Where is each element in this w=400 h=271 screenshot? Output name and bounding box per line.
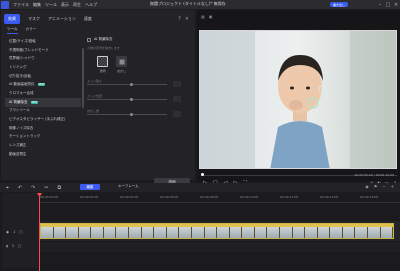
project-title: 無題プロジェクト (タイトルなし)* 無保存 (150, 1, 226, 6)
list-item[interactable]: トリミング (5, 63, 81, 72)
undo-icon[interactable]: ↶ (18, 185, 22, 191)
timecode: 00:00:00:00 / 00:00:10:00 (354, 173, 394, 177)
ai-bg-removal-checkbox[interactable] (87, 37, 91, 42)
export-button[interactable]: 書き出し (330, 2, 348, 7)
help-icon[interactable]: ? (178, 16, 181, 22)
redo-icon[interactable]: ↷ (31, 185, 35, 191)
tab-speed[interactable]: 速度 (84, 16, 92, 22)
slider-knob[interactable] (129, 97, 133, 101)
list-item[interactable]: 動画逆再生 (5, 150, 81, 159)
select-tool-icon[interactable]: ⌖ (6, 185, 9, 191)
list-item[interactable]: モーショントラック (5, 133, 81, 142)
properties-panel: 効果 マスク アニメーション 速度 ? × ツール カラー 位置/サイズ/回転 … (1, 10, 195, 187)
tool-list: 位置/サイズ/回転 不透明度/ブレンドモード 境界線/シャドウ トリミング 切り… (5, 37, 81, 159)
safe-zone-icon[interactable]: ▣ (209, 14, 213, 19)
lock-icon[interactable]: ▢ (18, 244, 21, 248)
viewer-toolbar: ▦ ▣ (201, 14, 213, 19)
slider-edge-strength: エッジ強さ (87, 78, 193, 88)
slider-value-box[interactable] (173, 111, 181, 117)
list-item[interactable]: 境界線/シャドウ (5, 54, 81, 63)
list-scrollbar[interactable] (82, 48, 84, 108)
slider-knob[interactable] (129, 82, 133, 86)
maximize-icon[interactable]: □ (384, 2, 392, 8)
minimize-icon[interactable]: – (376, 2, 384, 8)
close-icon[interactable]: × (392, 2, 400, 8)
list-item[interactable]: ビデオスタビライザー (手ぶれ補正) (5, 115, 81, 124)
list-item[interactable]: AI 動画高画質化 NEW (5, 80, 81, 89)
menu-help[interactable]: ヘルプ (85, 2, 97, 8)
settings-hint: 人物の背景を除去します (87, 46, 121, 50)
playback-handle[interactable] (201, 173, 204, 176)
marker-icon[interactable]: ⚑ (374, 184, 378, 189)
slider-track[interactable] (87, 84, 167, 85)
crop-icon[interactable]: ⧉ (57, 185, 61, 191)
mode-transparent[interactable]: 透明 (97, 56, 108, 73)
menu-tools[interactable]: ツール (45, 2, 57, 8)
slider-blur-amount: ぼかし量 (87, 108, 193, 118)
preview-image (200, 31, 396, 168)
tab-animation[interactable]: アニメーション (48, 16, 76, 22)
slider-value-box[interactable] (173, 81, 181, 87)
bg-mode-options: 透明 ぼかし (97, 56, 193, 73)
list-item[interactable]: 不透明度/ブレンドモード (5, 46, 81, 55)
menu-bar: ファイル 編集 ツール 表示 再生 ヘルプ 無題プロジェクト (タイトルなし)*… (0, 0, 400, 9)
blur-icon (116, 56, 127, 67)
timeline-playhead[interactable] (39, 193, 40, 271)
grid-icon[interactable]: ▦ (201, 14, 205, 19)
tab-mask[interactable]: マスク (28, 16, 40, 22)
list-item[interactable]: 映像ノイズ除去 (5, 124, 81, 133)
checkbox-label: AI 背景除去 (94, 37, 113, 41)
tab-edit[interactable]: 編集 (80, 184, 100, 190)
new-badge: NEW (37, 83, 46, 87)
checker-icon (97, 56, 108, 67)
clip-thumbnails (41, 227, 393, 238)
timeline-ruler[interactable]: 00:00:00:00 00:00:02:00 00:00:04:00 00:0… (38, 193, 400, 203)
menu-file[interactable]: ファイル (13, 2, 29, 8)
tab-keyframe[interactable]: キーフレーム (118, 184, 139, 189)
split-icon[interactable]: ✂ (44, 185, 48, 191)
ai-bg-removal-checkbox-row[interactable]: AI 背景除去 (87, 37, 193, 42)
zoom-in-icon[interactable]: + (391, 184, 394, 189)
list-item[interactable]: 切り抜き/反転 (5, 72, 81, 81)
menu-view[interactable]: 表示 (61, 2, 69, 8)
zoom-out-icon[interactable]: − (382, 184, 385, 189)
panel-tabs: 効果 マスク アニメーション 速度 ? × (1, 14, 195, 24)
menu-edit[interactable]: 編集 (33, 2, 41, 8)
app-logo (1, 0, 9, 9)
list-item-selected[interactable]: AI 背景除去 NEW (5, 97, 81, 107)
list-item[interactable]: 位置/サイズ/回転 (5, 37, 81, 46)
mode-blur[interactable]: ぼかし (116, 56, 127, 73)
slider-track[interactable] (87, 114, 167, 115)
speaker-icon[interactable]: ◖ (6, 244, 8, 248)
slider-knob[interactable] (129, 112, 133, 116)
close-panel-icon[interactable]: × (185, 16, 189, 22)
audio-track[interactable] (38, 242, 400, 252)
eye-icon[interactable]: ◉ (6, 230, 9, 234)
video-track-header: ◉ 1 ▢ (6, 230, 23, 234)
list-item[interactable]: レンズ補正 (5, 141, 81, 150)
video-clip[interactable] (40, 223, 394, 239)
audio-track-header: ◖ 1 ▢ (6, 244, 22, 248)
record-icon[interactable]: ◉ (365, 184, 369, 189)
tab-effects[interactable]: 効果 (4, 14, 20, 24)
slider-track[interactable] (87, 99, 167, 100)
list-item[interactable]: ブラシツール (5, 107, 81, 116)
sub-tabs: ツール カラー (7, 27, 36, 34)
subtab-tools[interactable]: ツール (7, 27, 18, 34)
timeline-toolbar: ⌖ ↶ ↷ ✂ ⧉ 編集 キーフレーム ◉ ⚑ − + (0, 183, 400, 192)
subtab-color[interactable]: カラー (26, 27, 37, 34)
preview-viewer: ▦ ▣ 00:00:00:00 / 00:00:10:00 (197, 10, 400, 186)
slider-edge-position: エッジ位置 (87, 93, 193, 103)
new-badge: NEW (30, 100, 39, 104)
menu-play[interactable]: 再生 (73, 2, 81, 8)
list-item[interactable]: クロマキー合成 (5, 89, 81, 98)
lock-icon[interactable]: ▢ (19, 230, 22, 234)
slider-value-box[interactable] (173, 96, 181, 102)
video-preview[interactable] (199, 30, 397, 169)
bg-removal-settings: AI 背景除去 人物の背景を除去します 透明 ぼかし エッジ強さ エッジ位置 ぼ… (87, 37, 193, 187)
